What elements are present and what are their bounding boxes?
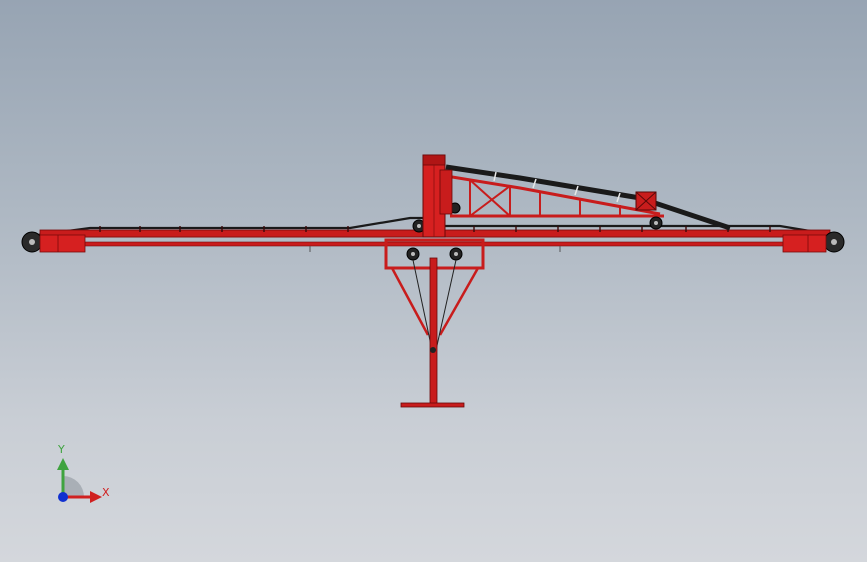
main-frame-bottom-rail bbox=[39, 241, 831, 247]
center-post bbox=[429, 257, 438, 405]
y-axis-label: Y bbox=[58, 443, 65, 456]
right-end-housing bbox=[782, 234, 827, 253]
left-pulley-hub bbox=[29, 239, 35, 245]
reference-triad: Y X bbox=[40, 440, 120, 510]
z-axis-dot bbox=[58, 492, 68, 502]
conveyor-3d-model[interactable] bbox=[0, 0, 867, 562]
incline-truss bbox=[469, 179, 621, 217]
graphics-viewport[interactable]: Y X bbox=[0, 0, 867, 562]
x-axis-label: X bbox=[102, 486, 110, 499]
post-pivot bbox=[430, 347, 436, 353]
base-foot bbox=[400, 402, 465, 408]
frame-hangers bbox=[309, 246, 561, 252]
drive-housing bbox=[439, 169, 453, 215]
right-pulley-hub bbox=[831, 239, 837, 245]
triad-graphic bbox=[57, 458, 102, 503]
left-end-housing bbox=[39, 234, 86, 253]
